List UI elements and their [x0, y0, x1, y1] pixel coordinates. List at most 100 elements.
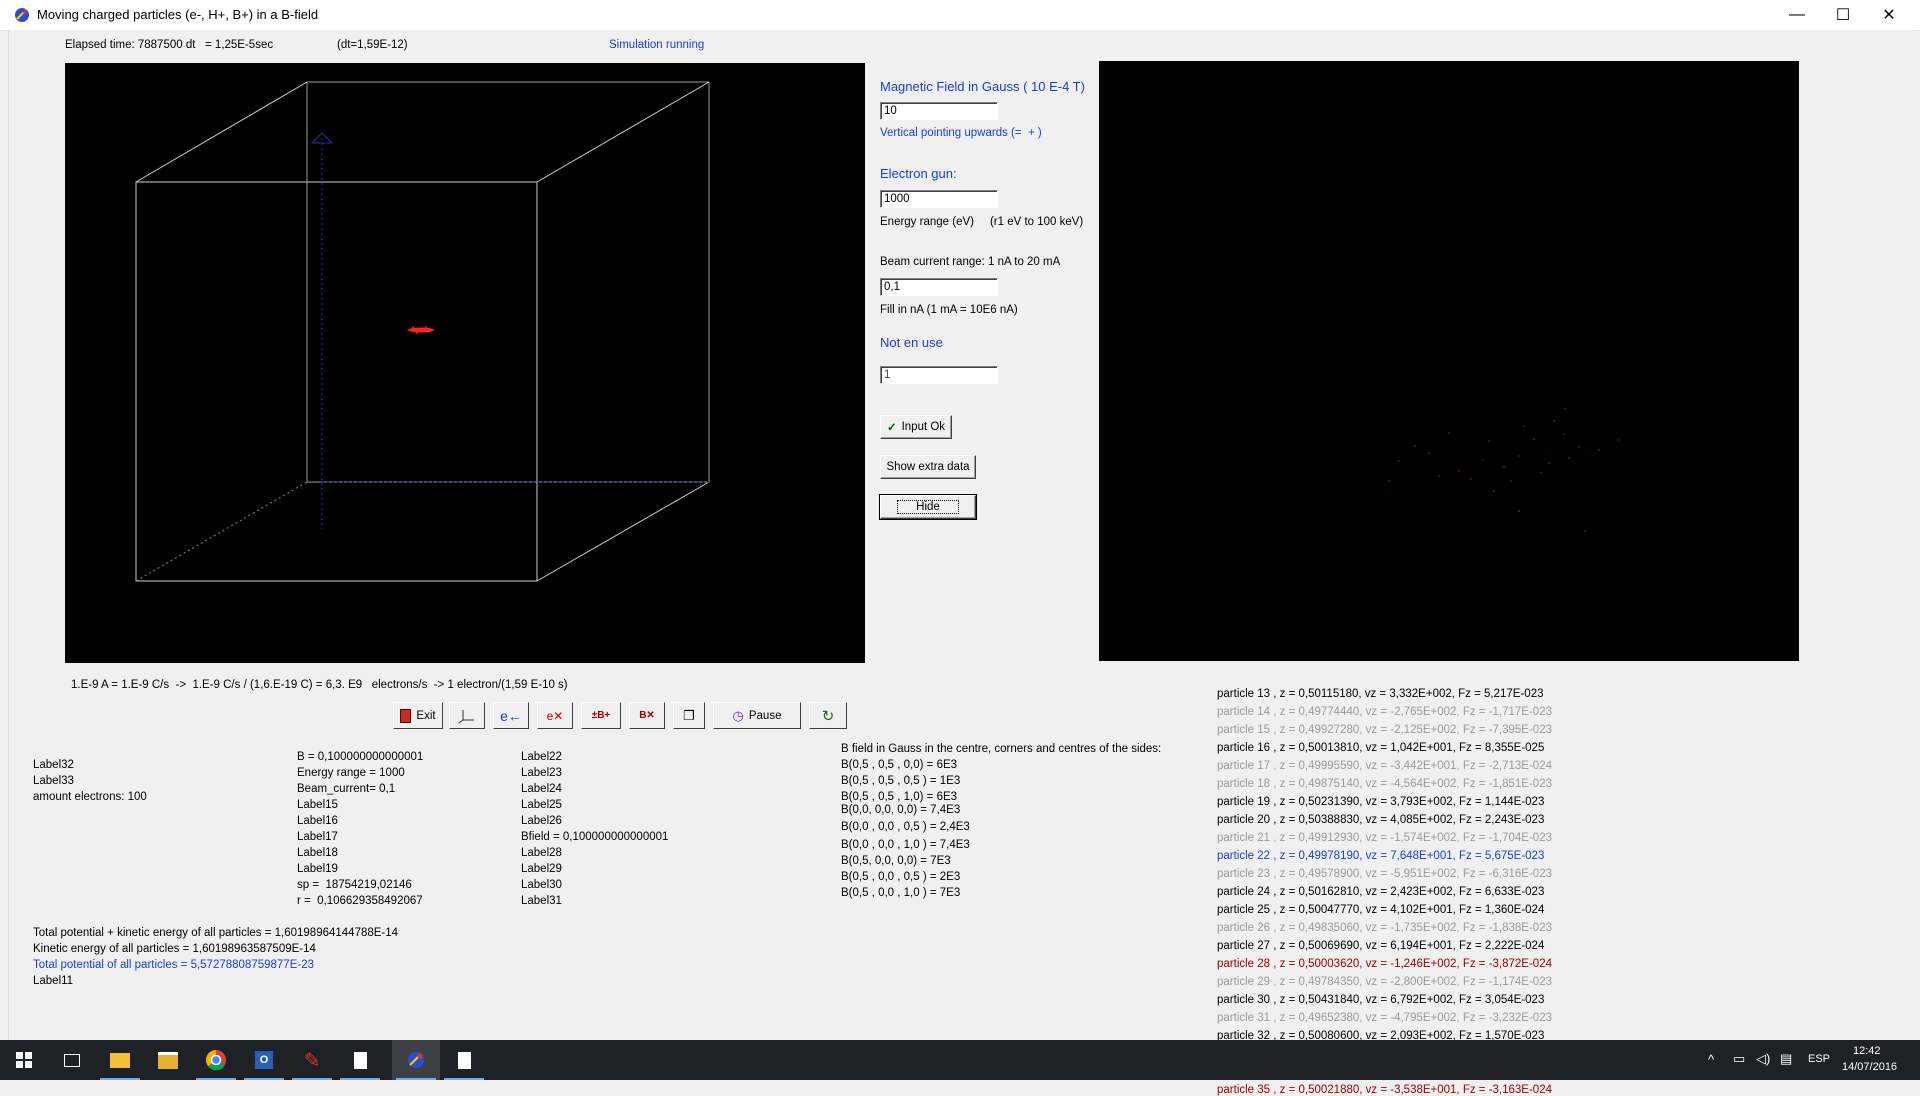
not-in-use-input[interactable]	[880, 366, 998, 384]
taskbar: O ✎ ^ ▭ ◁) ▤ ESP 12:42 14/07/2016	[0, 1040, 1920, 1080]
taskbar-app-outlook[interactable]: O	[240, 1040, 288, 1080]
bfield-row: B(0,5 , 0,5 , 1,0) = 6E3	[841, 791, 958, 803]
bfield-row: B(0,0 , 0,0 , 1,0 ) = 7,4E3	[841, 839, 970, 851]
particle-row: particle 28 , z = 0,50003620, vz = -1,24…	[1217, 958, 1552, 970]
show-extra-data-button[interactable]: Show extra data	[880, 455, 976, 479]
info-label: Bfield = 0,100000000000001	[521, 831, 669, 843]
network-icon[interactable]: ▭	[1733, 1051, 1745, 1067]
ions-add-icon: ±B+	[591, 710, 611, 721]
particle-row: particle 35 , z = 0,50021880, vz = -3,53…	[1217, 1084, 1552, 1096]
action-center-icon[interactable]: ▤	[1780, 1051, 1792, 1067]
maximize-button[interactable]: ☐	[1820, 0, 1866, 30]
info-label: Label28	[521, 847, 562, 859]
app-icon	[14, 7, 30, 23]
not-in-use-title: Not en use	[880, 335, 943, 350]
particle-list: particle 13 , z = 0,50115180, vz = 3,332…	[1217, 688, 1597, 1096]
particle-row: particle 20 , z = 0,50388830, vz = 4,085…	[1217, 814, 1545, 826]
current-conversion-formula: 1.E-9 A = 1.E-9 C/s -> 1.E-9 C/s / (1,6.…	[71, 679, 568, 691]
kinetic-energy-label: Kinetic energy of all particles = 1,6019…	[33, 943, 316, 955]
bfield-row: B(0,0, 0,0, 0,0) = 7,4E3	[841, 804, 961, 816]
taskbar-app-document[interactable]	[336, 1040, 384, 1080]
add-electron-button[interactable]: e←	[493, 702, 529, 729]
info-label: Label32	[33, 759, 74, 771]
close-button[interactable]: ✕	[1866, 0, 1912, 30]
simulation-app-icon	[408, 1052, 424, 1068]
simulation-status-label: Simulation running	[609, 39, 705, 51]
info-label: Label24	[521, 783, 562, 795]
checkmark-icon: ✓	[886, 422, 897, 434]
window-client: Elapsed time: 7887500 dt = 1,25E-5sec (d…	[8, 30, 1913, 1096]
title-bar: Moving charged particles (e-, H+, B+) in…	[0, 0, 1920, 31]
particle-row: particle 26 , z = 0,49835060, vz = -1,73…	[1217, 922, 1552, 934]
bfield-row: B(0,5 , 0,5 , 0,5 ) = 1E3	[841, 775, 961, 787]
info-label: B = 0,100000000000001	[297, 751, 424, 763]
bfield-input[interactable]	[880, 102, 998, 120]
beam-range-label: Beam current range: 1 nA to 20 mA	[880, 256, 1061, 268]
particle-row: particle 30 , z = 0,50431840, vz = 6,792…	[1217, 994, 1545, 1006]
clock-date[interactable]: 14/07/2016	[1842, 1061, 1897, 1073]
taskbar-app-delphi[interactable]: ✎	[288, 1040, 336, 1080]
task-view-icon	[64, 1053, 80, 1067]
notepad-icon	[457, 1051, 471, 1069]
exit-door-icon	[400, 708, 412, 723]
bfield-row: B(0,5 , 0,5 , 0,0) = 6E3	[841, 759, 958, 771]
delphi-icon: ✎	[303, 1049, 321, 1072]
chevron-up-icon[interactable]: ^	[1708, 1052, 1714, 1067]
input-ok-button[interactable]: ✓ Input Ok	[880, 415, 952, 439]
info-label: Label18	[297, 847, 338, 859]
copy-view-button[interactable]: ❐	[673, 702, 705, 729]
info-label: Label16	[297, 815, 338, 827]
cube-wireframe	[135, 81, 710, 582]
add-ions-button[interactable]: ±B+	[581, 702, 621, 729]
remove-electron-button[interactable]: e✕	[537, 702, 573, 729]
info-label: Label23	[521, 767, 562, 779]
axes-view-button[interactable]	[449, 702, 485, 729]
info-label: Label31	[521, 895, 562, 907]
reset-button[interactable]: ↻	[809, 702, 847, 729]
windows-logo-icon	[16, 1052, 32, 1068]
start-button[interactable]	[0, 1040, 48, 1080]
particle-row: particle 22 , z = 0,49978190, vz = 7,648…	[1217, 850, 1545, 862]
particle-row: particle 21 , z = 0,49912930, vz = -1,57…	[1217, 832, 1552, 844]
simulation-2d-view[interactable]	[1099, 61, 1799, 661]
info-label: Beam_current= 0,1	[297, 783, 396, 795]
particle-row: particle 14 , z = 0,49774440, vz = -2,76…	[1217, 706, 1552, 718]
info-label: Label29	[521, 863, 562, 875]
exit-button[interactable]: Exit	[393, 702, 443, 729]
volume-icon[interactable]: ◁)	[1756, 1051, 1770, 1067]
info-label: Label25	[521, 799, 562, 811]
hide-button[interactable]: Hide	[879, 494, 977, 520]
beam-current-input[interactable]	[880, 278, 998, 296]
potential-energy-label: Total potential of all particles = 5,572…	[33, 959, 314, 971]
taskbar-app-files[interactable]	[144, 1040, 192, 1080]
info-label: sp = 18754219,02146	[297, 879, 412, 891]
task-view-button[interactable]	[48, 1040, 96, 1080]
info-label: Label19	[297, 863, 338, 875]
simulation-3d-view[interactable]	[65, 63, 865, 663]
bfield-note: Vertical pointing upwards (= + )	[880, 127, 1042, 139]
language-indicator[interactable]: ESP	[1808, 1053, 1830, 1065]
particle-row: particle 25 , z = 0,50047770, vz = 4,102…	[1217, 904, 1545, 916]
windows-icon: ❐	[683, 707, 695, 723]
particle-row: particle 31 , z = 0,49652380, vz = -4,79…	[1217, 1012, 1552, 1024]
minimize-button[interactable]: —	[1774, 0, 1820, 30]
taskbar-app-chrome[interactable]	[192, 1040, 240, 1080]
folder-icon	[110, 1052, 130, 1068]
clock-time[interactable]: 12:42	[1853, 1045, 1881, 1057]
refresh-icon: ↻	[821, 707, 835, 725]
energy-input[interactable]	[880, 190, 998, 208]
document-icon	[353, 1051, 367, 1069]
window-title: Moving charged particles (e-, H+, B+) in…	[37, 7, 319, 22]
bfield-title: Magnetic Field in Gauss ( 10 E-4 T)	[880, 79, 1085, 94]
chrome-icon	[206, 1050, 226, 1071]
dt-label: (dt=1,59E-12)	[337, 39, 408, 51]
taskbar-app-simulation[interactable]	[392, 1040, 440, 1080]
taskbar-app-notepad[interactable]	[440, 1040, 488, 1080]
remove-ions-button[interactable]: B✕	[629, 702, 665, 729]
pause-button[interactable]: ◷ Pause	[713, 702, 801, 729]
elapsed-time-label: Elapsed time: 7887500 dt = 1,25E-5sec	[65, 39, 274, 51]
electron-delete-icon: e✕	[546, 708, 564, 723]
taskbar-app-explorer[interactable]	[96, 1040, 144, 1080]
particle-row: particle 23 , z = 0,49578900, vz = -5,95…	[1217, 868, 1552, 880]
particle-row: particle 24 , z = 0,50162810, vz = 2,423…	[1217, 886, 1545, 898]
